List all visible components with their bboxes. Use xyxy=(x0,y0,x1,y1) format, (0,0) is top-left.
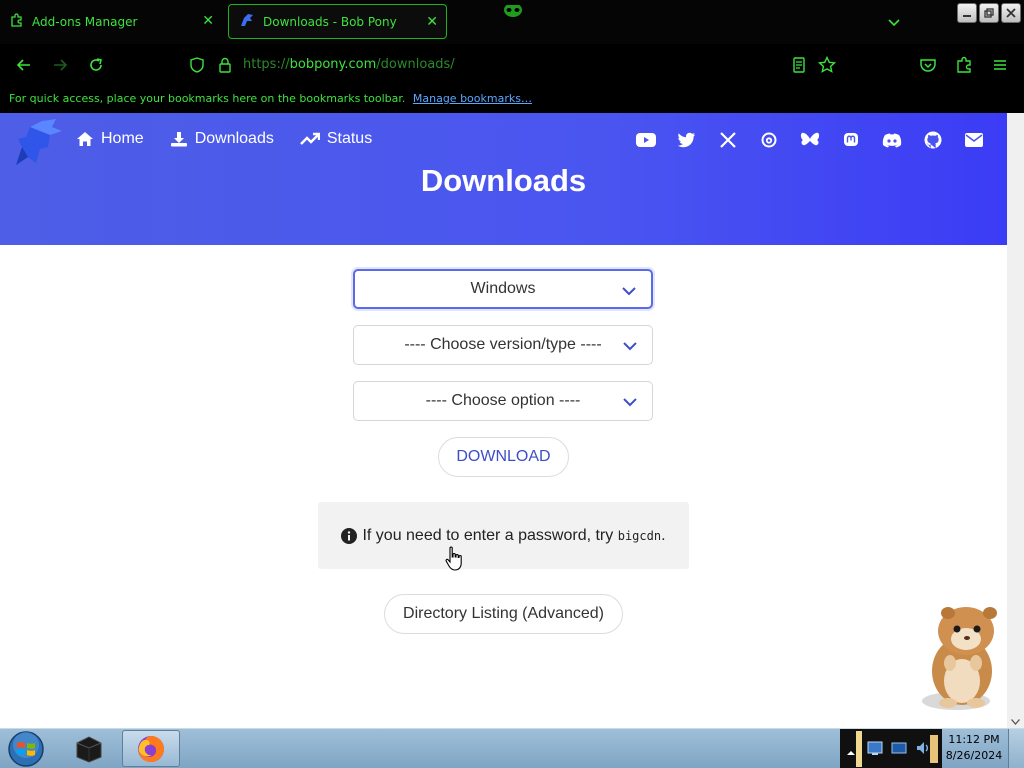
extensions-icon[interactable] xyxy=(954,55,974,75)
taskbar-app-firefox[interactable] xyxy=(122,730,180,767)
version-select-value: ---- Choose version/type ---- xyxy=(404,336,602,353)
info-icon xyxy=(341,527,358,544)
url-host: bobpony.com xyxy=(289,57,377,72)
bookmarks-toolbar: For quick access, place your bookmarks h… xyxy=(0,86,1024,113)
nav-downloads-label: Downloads xyxy=(194,130,274,147)
hamster-mascot-icon xyxy=(918,601,1007,713)
hamburger-menu-icon[interactable] xyxy=(990,55,1010,75)
clock-date: 8/26/2024 xyxy=(945,749,1003,762)
chevron-down-icon xyxy=(622,287,636,296)
os-select[interactable]: Windows xyxy=(353,269,653,309)
option-select-value: ---- Choose option ---- xyxy=(425,392,581,409)
bluesky-icon[interactable] xyxy=(799,129,821,151)
system-tray xyxy=(840,729,942,768)
notice-period: . xyxy=(661,526,666,544)
url-bar[interactable]: https://bobpony.com/downloads/ xyxy=(243,57,455,72)
bookmark-star-icon[interactable] xyxy=(817,55,837,75)
bobpony-logo-icon[interactable] xyxy=(12,117,64,167)
display-tray-icon[interactable] xyxy=(890,739,908,757)
navigation-toolbar: https://bobpony.com/downloads/ xyxy=(0,44,1024,86)
restore-button[interactable] xyxy=(979,3,999,23)
taskbar: 11:12 PM 8/26/2024 xyxy=(0,728,1024,768)
nav-status-label: Status xyxy=(326,130,373,147)
terminal-app-icon xyxy=(76,735,102,763)
password-notice: If you need to enter a password, try big… xyxy=(318,502,689,569)
manage-bookmarks-link[interactable]: Manage bookmarks… xyxy=(413,92,532,105)
x-icon[interactable] xyxy=(717,129,739,151)
tab-title: Downloads - Bob Pony xyxy=(263,14,397,29)
web-page: Home Downloads Status Downloads Windows … xyxy=(0,113,1007,728)
lock-icon[interactable] xyxy=(215,55,235,75)
forward-arrow-icon[interactable] xyxy=(50,55,70,75)
close-tab-icon[interactable]: ✕ xyxy=(426,14,438,30)
mastodon-icon[interactable] xyxy=(840,129,862,151)
show-hidden-icons-icon[interactable] xyxy=(846,743,856,761)
site-navigation: Home Downloads Status xyxy=(76,130,372,148)
trend-icon xyxy=(299,132,320,145)
bobpony-icon xyxy=(239,12,255,31)
nav-home-label: Home xyxy=(101,130,144,147)
system-clock[interactable]: 11:12 PM 8/26/2024 xyxy=(944,732,1004,764)
chevron-down-icon xyxy=(623,398,637,407)
network-tray-icon[interactable] xyxy=(866,739,884,757)
close-tab-icon[interactable]: ✕ xyxy=(202,13,214,29)
windows-logo-icon xyxy=(8,731,44,767)
back-arrow-icon[interactable] xyxy=(14,55,34,75)
os-select-value: Windows xyxy=(470,280,536,297)
twitter-icon[interactable] xyxy=(676,129,698,151)
mail-icon[interactable] xyxy=(963,129,985,151)
minimize-button[interactable] xyxy=(957,3,977,23)
github-icon[interactable] xyxy=(922,129,944,151)
option-select[interactable]: ---- Choose option ---- xyxy=(353,381,653,421)
nav-home-link[interactable]: Home xyxy=(76,130,144,148)
clock-time: 11:12 PM xyxy=(948,733,1000,746)
discord-icon[interactable] xyxy=(881,129,903,151)
tab-title: Add-ons Manager xyxy=(32,14,138,29)
pocket-icon[interactable] xyxy=(918,55,938,75)
puzzle-icon xyxy=(10,13,24,30)
window-controls xyxy=(957,3,1021,23)
start-button[interactable] xyxy=(7,731,45,767)
firefox-icon xyxy=(138,735,164,762)
tracking-shield-icon[interactable] xyxy=(187,55,207,75)
show-desktop-button[interactable] xyxy=(1008,729,1024,768)
youtube-icon[interactable] xyxy=(635,129,657,151)
tray-indicator xyxy=(856,731,862,767)
download-icon xyxy=(170,132,187,147)
theme-alien-icon xyxy=(498,3,528,18)
tab-strip: Add-ons Manager ✕ Downloads - Bob Pony ✕ xyxy=(0,0,1024,44)
home-icon xyxy=(77,132,93,146)
threads-icon[interactable] xyxy=(758,129,780,151)
hand-cursor-icon xyxy=(444,546,464,572)
reader-view-icon[interactable] xyxy=(789,55,809,75)
close-window-button[interactable] xyxy=(1001,3,1021,23)
list-all-tabs-button[interactable] xyxy=(884,12,904,32)
taskbar-app-terminal[interactable] xyxy=(60,730,118,767)
page-scrollbar[interactable] xyxy=(1007,113,1024,728)
reload-icon[interactable] xyxy=(86,55,106,75)
tab-addons-manager[interactable]: Add-ons Manager ✕ xyxy=(0,4,222,39)
tray-notification xyxy=(930,735,938,763)
social-links xyxy=(635,129,985,151)
tab-downloads[interactable]: Downloads - Bob Pony ✕ xyxy=(228,4,447,39)
version-select[interactable]: ---- Choose version/type ---- xyxy=(353,325,653,365)
notice-text: If you need to enter a password, try xyxy=(362,526,614,544)
url-path: /downloads/ xyxy=(376,57,455,72)
url-scheme: https:// xyxy=(243,57,290,72)
nav-status-link[interactable]: Status xyxy=(299,130,373,148)
site-header: Home Downloads Status Downloads xyxy=(0,113,1007,245)
directory-listing-button[interactable]: Directory Listing (Advanced) xyxy=(384,594,623,634)
bookmarks-hint: For quick access, place your bookmarks h… xyxy=(9,92,406,105)
scroll-down-icon xyxy=(1011,719,1020,725)
download-button[interactable]: DOWNLOAD xyxy=(438,437,569,477)
nav-downloads-link[interactable]: Downloads xyxy=(170,130,274,148)
password-value: bigcdn xyxy=(617,528,662,543)
page-title: Downloads xyxy=(420,163,587,198)
chevron-down-icon xyxy=(623,342,637,351)
